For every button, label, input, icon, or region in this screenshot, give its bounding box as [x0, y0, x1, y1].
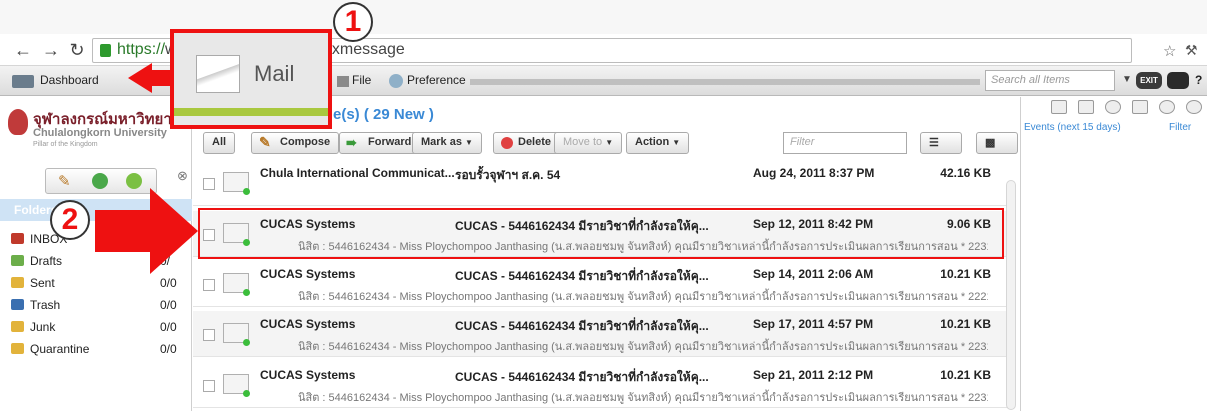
arrow-to-inbox [95, 188, 198, 274]
step-badge-2: 2 [50, 200, 90, 240]
step-badge-1: 1 [333, 2, 373, 42]
mail-label: Mail [254, 61, 295, 86]
arrow-to-dashboard [128, 63, 170, 93]
mail-active-bar [174, 108, 328, 116]
mail-icon [196, 55, 240, 93]
mail-module-button[interactable]: Mail [170, 29, 332, 129]
